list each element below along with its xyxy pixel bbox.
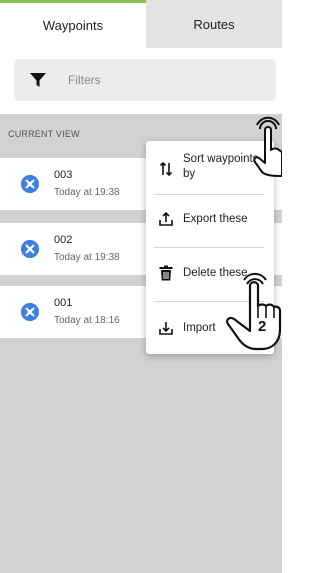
menu-item-label: Sort waypoints by — [183, 153, 259, 180]
waypoint-time: Today at 18:16 — [54, 315, 120, 326]
tab-waypoints-label: Waypoints — [42, 18, 104, 33]
tap-hand-icon — [253, 116, 282, 177]
step-number: 2 — [258, 318, 267, 335]
menu-item-label: Import — [183, 322, 216, 334]
waypoint-name: 002 — [54, 234, 73, 246]
remove-icon[interactable] — [21, 303, 39, 321]
import-icon — [159, 322, 173, 335]
section-label: CURRENT VIEW — [8, 129, 80, 139]
tab-bar: Waypoints Routes — [0, 0, 282, 48]
filter-section: Filters — [0, 48, 282, 114]
tab-routes[interactable]: Routes — [146, 0, 282, 48]
sort-icon — [159, 161, 173, 177]
waypoint-time: Today at 19:38 — [54, 252, 120, 263]
filter-bar[interactable]: Filters — [14, 59, 276, 101]
tab-routes-label: Routes — [193, 16, 235, 32]
menu-item-export[interactable]: Export these — [146, 207, 274, 231]
tap-hand-icon — [226, 273, 282, 351]
trash-icon — [159, 265, 173, 281]
waypoint-name: 001 — [54, 297, 73, 309]
remove-icon[interactable] — [21, 175, 39, 193]
menu-item-label: Export these — [183, 213, 248, 225]
waypoint-name: 003 — [54, 169, 73, 181]
filter-icon — [30, 73, 46, 87]
export-icon — [159, 211, 173, 226]
remove-icon[interactable] — [21, 240, 39, 258]
menu-divider — [154, 194, 264, 195]
waypoint-time: Today at 19:38 — [54, 187, 120, 198]
menu-divider — [154, 247, 264, 248]
tab-waypoints[interactable]: Waypoints — [0, 0, 146, 48]
filter-placeholder: Filters — [68, 73, 101, 87]
